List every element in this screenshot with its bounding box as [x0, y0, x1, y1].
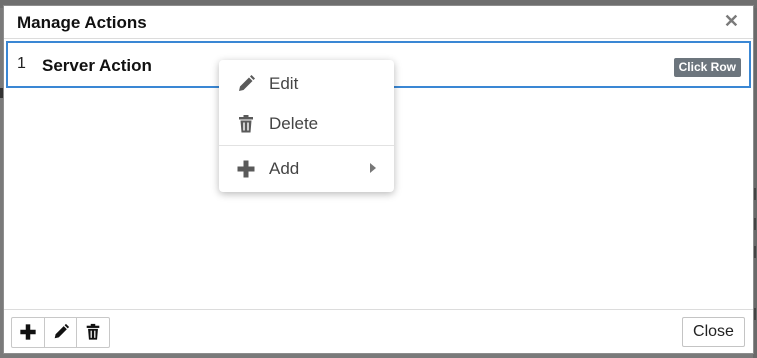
- context-menu: Edit Delete Add: [219, 60, 394, 192]
- plus-icon: [20, 324, 36, 340]
- add-button[interactable]: [12, 318, 45, 347]
- menu-divider: [219, 145, 394, 146]
- pencil-icon: [236, 74, 256, 94]
- close-icon[interactable]: ✕: [724, 11, 739, 31]
- menu-item-add[interactable]: Add: [219, 151, 394, 187]
- dialog-header: Manage Actions ✕: [4, 6, 753, 39]
- menu-item-label: Add: [269, 159, 300, 178]
- menu-item-label: Edit: [269, 74, 299, 93]
- close-button[interactable]: Close: [682, 317, 745, 347]
- pencil-icon: [54, 323, 69, 339]
- action-name: Server Action: [42, 56, 152, 75]
- trash-icon: [236, 114, 256, 134]
- trash-icon: [87, 323, 100, 340]
- plus-icon: [236, 159, 256, 179]
- menu-item-label: Delete: [269, 114, 319, 133]
- edit-button[interactable]: [45, 318, 78, 347]
- menu-item-edit[interactable]: Edit: [219, 66, 394, 102]
- dialog-footer: Close: [4, 309, 753, 353]
- delete-button[interactable]: [77, 318, 109, 347]
- manage-actions-dialog: Manage Actions ✕ 1 Server Action Click R…: [3, 5, 754, 354]
- menu-item-delete[interactable]: Delete: [219, 106, 394, 142]
- toolbar: [11, 317, 110, 348]
- click-row-badge: Click Row: [673, 58, 741, 77]
- row-index: 1: [17, 55, 26, 72]
- submenu-arrow-icon: [370, 163, 376, 173]
- dialog-title: Manage Actions: [17, 13, 147, 32]
